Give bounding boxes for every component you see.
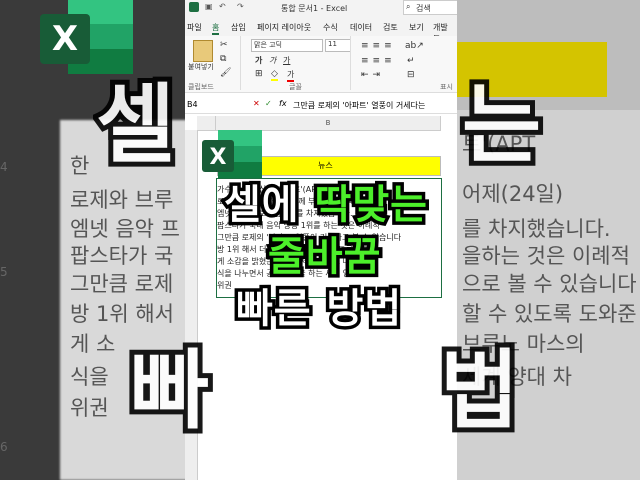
overlay-line-1-green: 딱맞는 <box>311 179 430 232</box>
overlay-line-2: 줄바꿈 <box>264 231 383 284</box>
overlay-line-1: 셀에 딱맞는 <box>221 172 431 232</box>
svg-text:X: X <box>210 145 227 170</box>
overlay-line-1-white: 셀에 <box>221 179 315 232</box>
thumbnail-overlay: X 셀에 딱맞는 줄바꿈 빠른 방법 <box>0 0 640 480</box>
overlay-line-3: 빠른 방법 <box>232 283 404 336</box>
